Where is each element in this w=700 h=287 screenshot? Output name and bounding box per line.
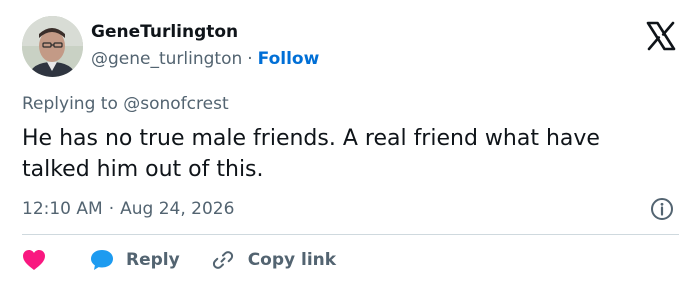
info-icon[interactable] xyxy=(650,197,674,221)
divider xyxy=(22,234,679,235)
reply-button[interactable]: Reply xyxy=(90,249,180,271)
avatar[interactable] xyxy=(22,16,83,77)
action-bar: Reply Copy link xyxy=(22,244,336,276)
follow-button[interactable]: Follow xyxy=(258,49,320,69)
heart-icon xyxy=(23,250,45,270)
timestamp[interactable]: 12:10 AM · Aug 24, 2026 xyxy=(22,199,234,219)
tweet-text: He has no true male friends. A real frie… xyxy=(22,126,600,182)
speech-bubble-icon xyxy=(91,250,113,270)
tweet-date: Aug 24, 2026 xyxy=(120,199,235,219)
x-logo-icon[interactable] xyxy=(645,20,677,52)
replying-to-handle[interactable]: @sonofcrest xyxy=(123,94,228,114)
user-handle[interactable]: @gene_turlington xyxy=(91,49,242,69)
copy-link-label: Copy link xyxy=(247,250,337,270)
date-separator: · xyxy=(108,199,115,219)
display-name[interactable]: GeneTurlington xyxy=(91,22,238,42)
reply-label: Reply xyxy=(126,250,180,270)
like-button[interactable] xyxy=(22,249,90,271)
replying-prefix: Replying to xyxy=(22,94,118,114)
avatar-photo xyxy=(22,16,83,77)
tweet-card: GeneTurlington @gene_turlington · Follow R… xyxy=(0,0,700,287)
replying-to-line: Replying to @sonofcrest xyxy=(22,94,229,114)
handle-row: @gene_turlington · Follow xyxy=(91,49,319,69)
copy-link-button[interactable]: Copy link xyxy=(212,249,336,271)
handle-separator: · xyxy=(247,49,253,69)
link-icon xyxy=(212,251,233,269)
tweet-time: 12:10 AM xyxy=(22,199,103,219)
